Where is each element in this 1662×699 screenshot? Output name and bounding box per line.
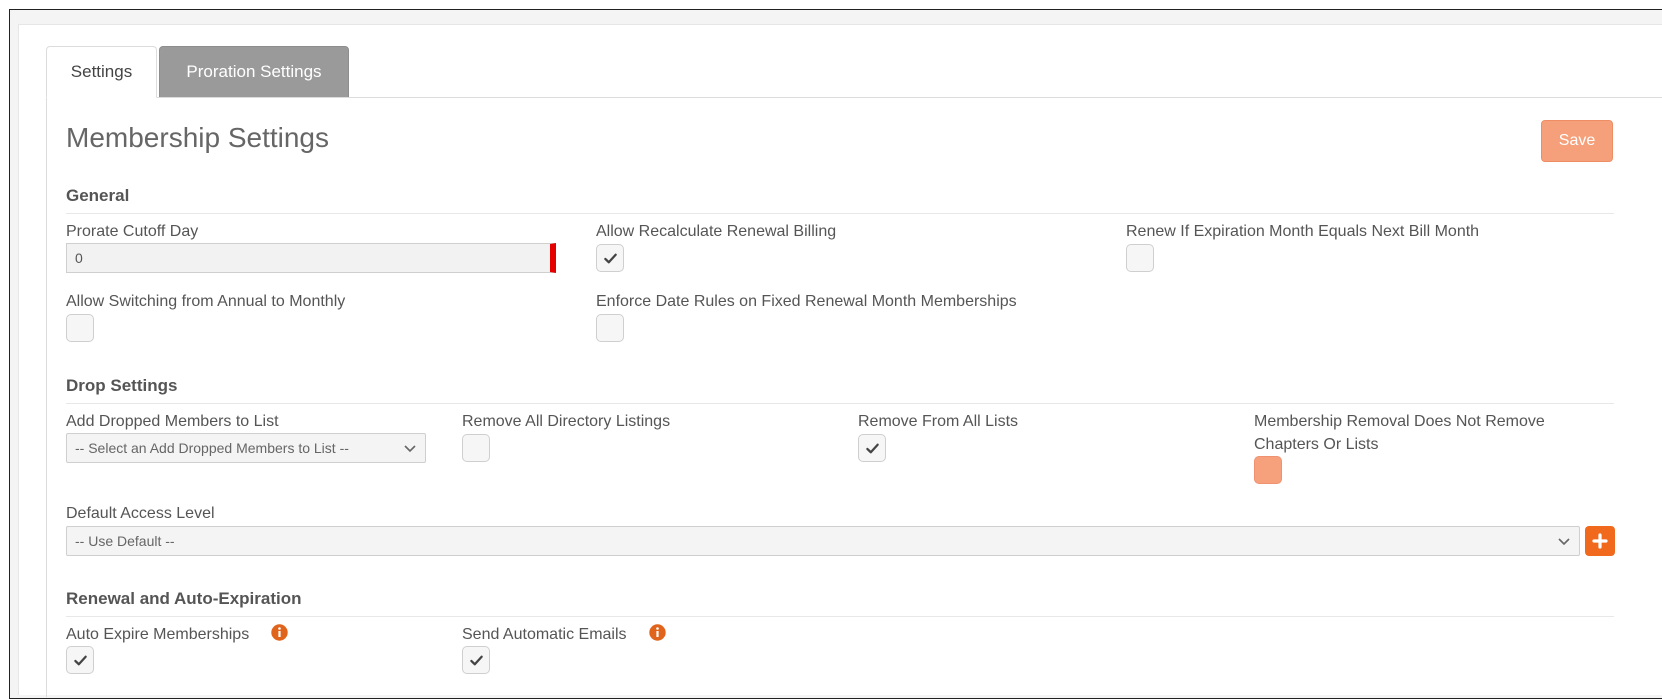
remove-from-lists-label: Remove From All Lists — [858, 413, 1019, 430]
allow-switching-checkbox[interactable] — [66, 314, 94, 342]
add-dropped-members-value: -- Select an Add Dropped Members to List… — [75, 440, 349, 456]
auto-expire-label: Auto Expire Memberships — [66, 626, 250, 643]
prorate-cutoff-input[interactable] — [66, 243, 556, 273]
enforce-date-rules-label: Enforce Date Rules on Fixed Renewal Mont… — [596, 293, 1017, 310]
membership-removal-label-line2: Chapters Or Lists — [1254, 436, 1379, 453]
section-drop-title: Drop Settings — [66, 376, 178, 395]
info-icon[interactable] — [271, 624, 288, 641]
section-divider — [66, 403, 1614, 404]
allow-switching-label: Allow Switching from Annual to Monthly — [66, 293, 346, 310]
send-emails-label: Send Automatic Emails — [462, 626, 627, 643]
send-emails-checkbox[interactable] — [462, 646, 490, 674]
section-general-title: General — [66, 186, 130, 205]
page-title: Membership Settings — [66, 122, 330, 153]
add-dropped-members-select[interactable]: -- Select an Add Dropped Members to List… — [66, 433, 426, 463]
chevron-down-icon — [1558, 538, 1570, 546]
default-access-level-value: -- Use Default -- — [75, 533, 175, 549]
check-icon — [865, 443, 879, 453]
enforce-date-rules-checkbox[interactable] — [596, 314, 624, 342]
add-dropped-members-label: Add Dropped Members to List — [66, 413, 279, 430]
plus-icon — [1592, 533, 1608, 549]
remove-directory-listings-checkbox[interactable] — [462, 434, 490, 462]
default-access-level-select[interactable]: -- Use Default -- — [66, 526, 1580, 556]
check-icon — [603, 253, 617, 263]
tab-settings[interactable]: Settings — [46, 46, 157, 98]
tab-proration-settings[interactable]: Proration Settings — [159, 46, 349, 98]
allow-recalculate-checkbox[interactable] — [596, 244, 624, 272]
section-divider — [66, 213, 1614, 214]
info-icon[interactable] — [649, 624, 666, 641]
allow-recalculate-label: Allow Recalculate Renewal Billing — [596, 223, 837, 240]
save-button[interactable]: Save — [1541, 120, 1613, 162]
renew-if-expiration-checkbox[interactable] — [1126, 244, 1154, 272]
auto-expire-checkbox[interactable] — [66, 646, 94, 674]
check-icon — [73, 655, 87, 665]
remove-from-lists-checkbox[interactable] — [858, 434, 886, 462]
prorate-cutoff-label: Prorate Cutoff Day — [66, 223, 199, 240]
membership-removal-label-line1: Membership Removal Does Not Remove — [1254, 413, 1545, 430]
chevron-down-icon — [404, 445, 416, 453]
membership-removal-checkbox[interactable] — [1254, 456, 1282, 484]
section-renewal-title: Renewal and Auto-Expiration — [66, 589, 302, 608]
remove-directory-listings-label: Remove All Directory Listings — [462, 413, 671, 430]
default-access-level-label: Default Access Level — [66, 505, 215, 522]
renew-if-expiration-label: Renew If Expiration Month Equals Next Bi… — [1126, 223, 1480, 240]
add-access-level-button[interactable] — [1585, 526, 1615, 556]
section-divider — [66, 616, 1614, 617]
check-icon — [469, 655, 483, 665]
